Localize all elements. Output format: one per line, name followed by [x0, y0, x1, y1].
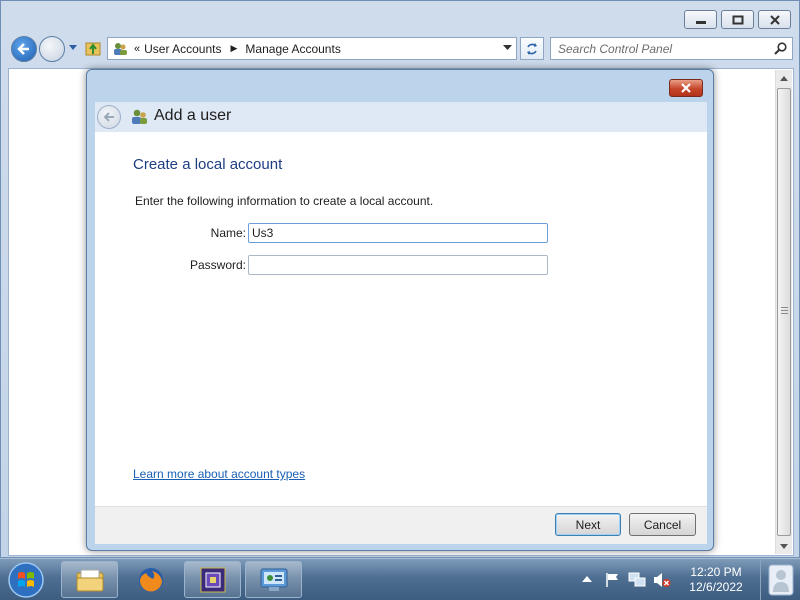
window-caption-buttons	[684, 10, 791, 29]
control-panel-icon	[260, 568, 287, 591]
back-icon	[17, 43, 29, 55]
forward-button[interactable]	[39, 36, 65, 62]
name-field[interactable]	[248, 223, 548, 243]
vertical-scrollbar[interactable]	[775, 70, 792, 554]
recent-pages-icon[interactable]	[68, 44, 78, 52]
breadcrumb-user-accounts[interactable]: User Accounts	[144, 42, 221, 56]
dialog-back-button[interactable]	[97, 105, 121, 129]
password-label: Password:	[189, 258, 246, 272]
back-button[interactable]	[11, 36, 37, 62]
next-button[interactable]: Next	[555, 513, 621, 536]
maximize-button[interactable]	[721, 10, 754, 29]
refresh-icon	[527, 42, 537, 55]
show-hidden-icons[interactable]	[582, 575, 592, 582]
cancel-button[interactable]: Cancel	[629, 513, 696, 536]
scrollbar-thumb[interactable]	[777, 88, 791, 536]
page-heading: Create a local account	[133, 156, 283, 173]
user-accounts-icon	[132, 109, 147, 124]
scroll-up-icon[interactable]	[776, 70, 792, 86]
system-clock[interactable]: 12:20 PM 12/6/2022	[676, 565, 756, 595]
password-field[interactable]	[248, 255, 548, 275]
taskbar-control-panel-button[interactable]	[245, 561, 302, 598]
minimize-button[interactable]	[684, 10, 717, 29]
taskbar-explorer-button[interactable]	[61, 561, 118, 598]
close-button[interactable]	[758, 10, 791, 29]
start-orb-icon	[8, 562, 44, 598]
close-icon	[769, 14, 780, 25]
scroll-down-icon[interactable]	[776, 538, 792, 554]
instruction-text: Enter the following information to creat…	[135, 194, 434, 208]
dialog-close-button[interactable]	[669, 79, 703, 97]
address-bar[interactable]: « User Accounts ▶ Manage Accounts	[107, 37, 517, 60]
maximize-icon	[732, 15, 743, 24]
dropdown-icon[interactable]	[503, 45, 512, 51]
search-icon[interactable]	[774, 42, 787, 55]
volume-muted-icon[interactable]	[653, 572, 671, 588]
refresh-button[interactable]	[520, 37, 544, 60]
dialog-body: Create a local account Enter the followi…	[95, 132, 707, 506]
start-button[interactable]	[4, 561, 48, 599]
breadcrumb-overflow[interactable]: «	[134, 43, 140, 55]
taskbar-app-button[interactable]	[184, 561, 241, 598]
dialog-title: Add a user	[154, 107, 232, 124]
back-arrow-icon	[103, 112, 114, 122]
learn-more-link[interactable]: Learn more about account types	[133, 467, 305, 481]
notification-area: 12:20 PM 12/6/2022	[576, 559, 800, 600]
dialog-footer: Next Cancel	[95, 506, 707, 544]
search-box[interactable]	[550, 37, 793, 60]
taskbar: 12:20 PM 12/6/2022	[0, 558, 800, 600]
clock-time: 12:20 PM	[690, 565, 742, 579]
user-avatar-icon	[768, 564, 793, 596]
forward-icon	[40, 37, 64, 61]
user-tile-button[interactable]	[760, 559, 800, 600]
dialog-header: Add a user	[95, 102, 707, 132]
up-folder-icon[interactable]	[85, 39, 101, 57]
minimize-icon	[695, 20, 706, 24]
close-icon	[681, 83, 691, 93]
network-icon[interactable]	[628, 572, 646, 588]
breadcrumb-separator-icon[interactable]: ▶	[231, 43, 238, 54]
taskbar-firefox-button[interactable]	[122, 561, 179, 598]
clock-date: 12/6/2022	[689, 580, 743, 594]
navigation-bar: « User Accounts ▶ Manage Accounts	[9, 35, 793, 63]
name-label: Name:	[210, 226, 246, 240]
action-center-flag-icon[interactable]	[604, 572, 620, 588]
firefox-icon	[138, 567, 163, 592]
user-accounts-icon	[114, 42, 127, 55]
breadcrumb-manage-accounts[interactable]: Manage Accounts	[245, 42, 340, 56]
search-input[interactable]	[551, 38, 766, 59]
windows-explorer-icon	[76, 569, 103, 591]
add-user-dialog: Add a user Create a local account Enter …	[86, 69, 714, 551]
app-icon	[200, 567, 225, 592]
scrollbar-grip-icon	[781, 307, 788, 315]
